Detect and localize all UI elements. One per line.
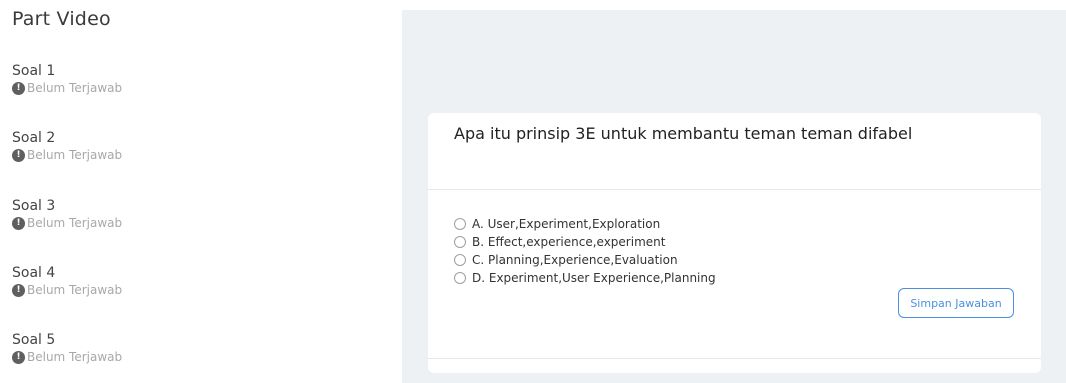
option-b[interactable]: B. Effect,experience,experiment xyxy=(454,233,716,251)
radio-button[interactable] xyxy=(454,272,466,284)
soal-status-text: Belum Terjawab xyxy=(27,283,123,297)
sidebar-item-soal-1[interactable]: Soal 1 ! Belum Terjawab xyxy=(12,63,312,96)
main-panel: Apa itu prinsip 3E untuk membantu teman … xyxy=(402,10,1066,383)
option-d[interactable]: D. Experiment,User Experience,Planning xyxy=(454,269,716,287)
sidebar-item-soal-5[interactable]: Soal 5 ! Belum Terjawab xyxy=(12,332,312,365)
option-label: B. Effect,experience,experiment xyxy=(472,235,666,249)
soal-status: ! Belum Terjawab xyxy=(12,148,312,163)
radio-button[interactable] xyxy=(454,236,466,248)
radio-button[interactable] xyxy=(454,218,466,230)
alert-icon: ! xyxy=(12,149,25,162)
sidebar-item-soal-4[interactable]: Soal 4 ! Belum Terjawab xyxy=(12,265,312,298)
soal-status: ! Belum Terjawab xyxy=(12,81,312,96)
radio-button[interactable] xyxy=(454,254,466,266)
alert-icon: ! xyxy=(12,217,25,230)
divider xyxy=(428,358,1041,359)
soal-label: Soal 5 xyxy=(12,332,56,348)
option-label: C. Planning,Experience,Evaluation xyxy=(472,253,678,267)
soal-label: Soal 2 xyxy=(12,130,56,146)
soal-status: ! Belum Terjawab xyxy=(12,216,312,231)
option-c[interactable]: C. Planning,Experience,Evaluation xyxy=(454,251,716,269)
soal-status-text: Belum Terjawab xyxy=(27,216,123,230)
sidebar: Part Video Soal 1 ! Belum Terjawab Soal … xyxy=(0,0,402,383)
sidebar-item-soal-3[interactable]: Soal 3 ! Belum Terjawab xyxy=(12,198,312,231)
soal-label: Soal 4 xyxy=(12,265,56,281)
soal-status-text: Belum Terjawab xyxy=(27,350,123,364)
option-label: D. Experiment,User Experience,Planning xyxy=(472,271,716,285)
alert-icon: ! xyxy=(12,82,25,95)
alert-icon: ! xyxy=(12,351,25,364)
sidebar-title: Part Video xyxy=(12,8,111,30)
option-a[interactable]: A. User,Experiment,Exploration xyxy=(454,215,716,233)
soal-status: ! Belum Terjawab xyxy=(12,350,312,365)
question-card: Apa itu prinsip 3E untuk membantu teman … xyxy=(428,113,1041,373)
soal-status-text: Belum Terjawab xyxy=(27,81,123,95)
options-group: A. User,Experiment,Exploration B. Effect… xyxy=(454,215,716,287)
soal-label: Soal 1 xyxy=(12,63,56,79)
soal-label: Soal 3 xyxy=(12,198,56,214)
question-text: Apa itu prinsip 3E untuk membantu teman … xyxy=(454,124,913,143)
alert-icon: ! xyxy=(12,284,25,297)
option-label: A. User,Experiment,Exploration xyxy=(472,217,661,231)
soal-status: ! Belum Terjawab xyxy=(12,283,312,298)
soal-status-text: Belum Terjawab xyxy=(27,148,123,162)
sidebar-item-soal-2[interactable]: Soal 2 ! Belum Terjawab xyxy=(12,130,312,163)
save-answer-button[interactable]: Simpan Jawaban xyxy=(898,288,1014,318)
divider xyxy=(428,189,1041,190)
